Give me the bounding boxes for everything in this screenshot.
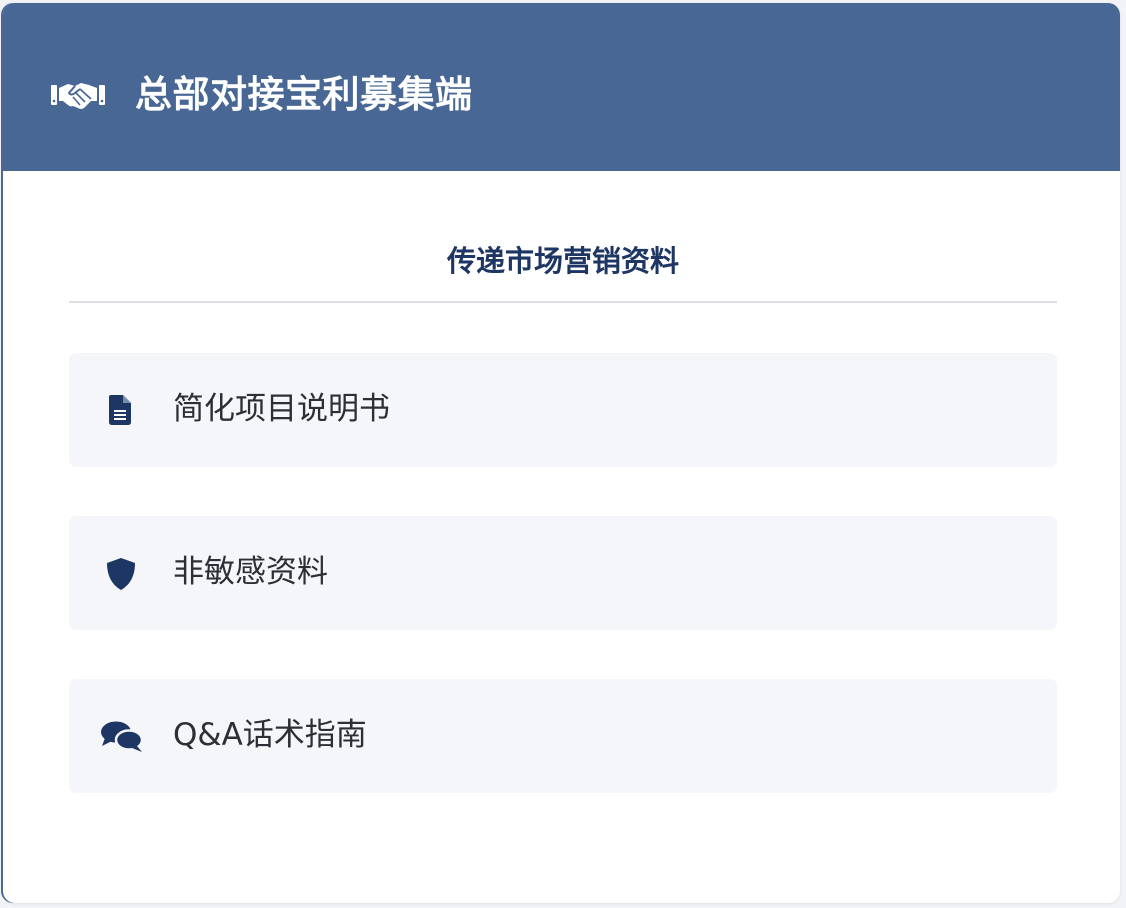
menu-item-project-brochure[interactable]: 简化项目说明书 — [69, 353, 1057, 467]
shield-icon — [107, 558, 135, 590]
menu-item-qa-guide[interactable]: Q&A话术指南 — [69, 679, 1057, 793]
section-divider — [69, 301, 1057, 303]
handshake-icon — [51, 83, 105, 109]
content-card: 总部对接宝利募集端 传递市场营销资料 简化项目说明书 非敏感资料 Q&A话术指南 — [3, 3, 1120, 903]
card-header: 总部对接宝利募集端 — [3, 3, 1120, 171]
menu-item-non-sensitive[interactable]: 非敏感资料 — [69, 516, 1057, 630]
document-icon — [109, 395, 131, 425]
menu-item-label: 非敏感资料 — [173, 554, 328, 590]
comments-icon — [101, 721, 143, 752]
menu-item-label: Q&A话术指南 — [173, 717, 367, 753]
page-title: 总部对接宝利募集端 — [135, 73, 473, 116]
menu-item-label: 简化项目说明书 — [173, 391, 390, 427]
section-title: 传递市场营销资料 — [446, 244, 679, 278]
